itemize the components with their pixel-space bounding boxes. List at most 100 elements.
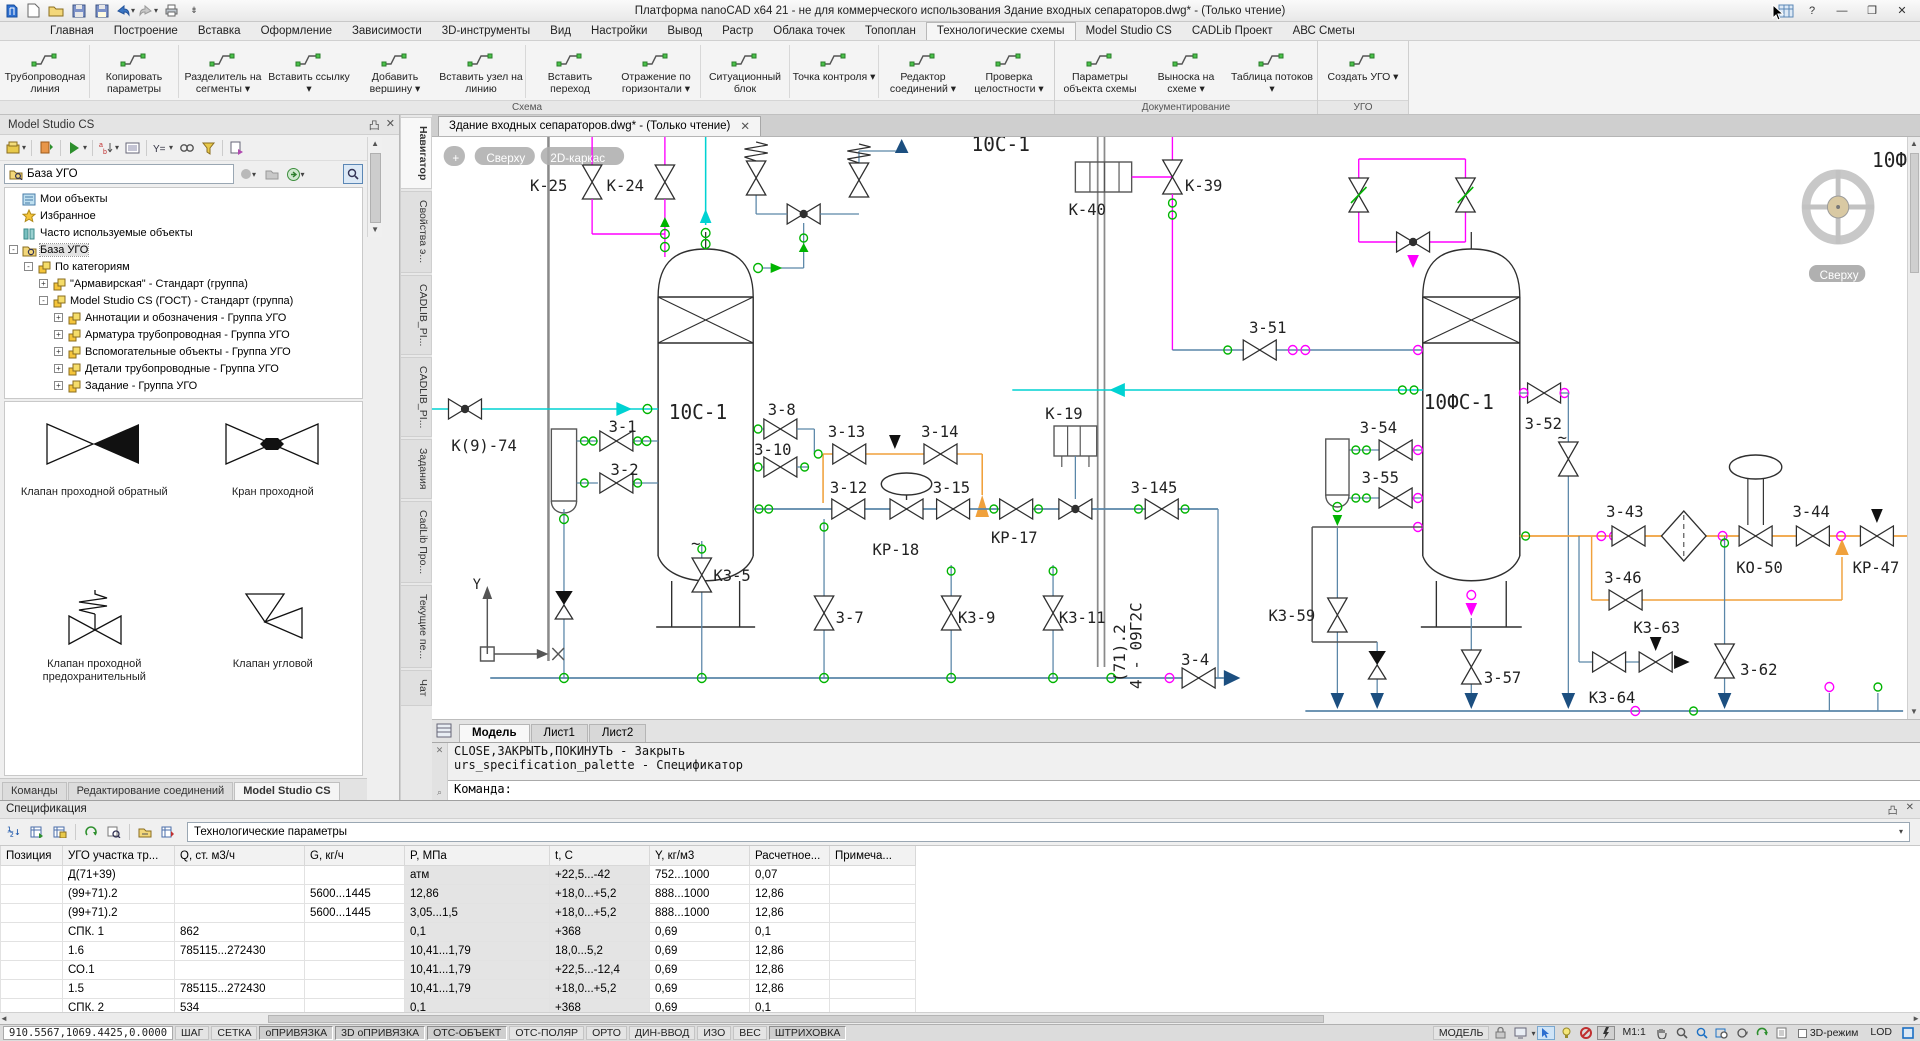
spec-row[interactable]: Д(71+39)атм+22,5...-42752...10000,07 [1, 866, 916, 885]
db-export-icon[interactable]: ▾ [4, 138, 27, 158]
table-search-icon[interactable] [104, 822, 124, 842]
spec-row[interactable]: 1.6785115...27243010,41...1,7918,0...5,2… [1, 942, 916, 961]
status-toggle-ШАГ[interactable]: ШАГ [175, 1026, 209, 1040]
side-tab-Свойства э...[interactable]: Свойства э... [401, 191, 432, 272]
run-icon[interactable]: ▾ [65, 138, 88, 158]
tree-item-По категориям[interactable]: -По категориям [5, 258, 362, 275]
status-toggle-оПРИВЯЗКА[interactable]: оПРИВЯЗКА [259, 1026, 333, 1040]
ribbon-button-Отражение по горизонтали[interactable]: Отражение по горизонтали ▾ [613, 43, 699, 100]
tree-item-Model Studio CS (ГОСТ) - Стандарт (группа)[interactable]: -Model Studio CS (ГОСТ) - Стандарт (груп… [5, 292, 362, 309]
ribbon-button-Трубопроводная линия[interactable]: Трубопроводная линия [2, 43, 88, 100]
ribbon-tab-Настройки[interactable]: Настройки [581, 23, 657, 40]
undo-button[interactable]: ▾ [115, 2, 135, 20]
status-toggle-ДИН-ВВОД[interactable]: ДИН-ВВОД [629, 1026, 695, 1040]
spec-col-Позиция[interactable]: Позиция [1, 846, 63, 866]
side-tab-CADLIB_PI...[interactable]: CADLIB_PI... [401, 275, 432, 355]
find-icon[interactable] [176, 138, 196, 158]
minimize-button[interactable]: — [1828, 2, 1856, 20]
spec-row[interactable]: СО.110,41...1,79+22,5...-12,40,6912,86 [1, 961, 916, 980]
status-toggle-ОТС-ПОЛЯР[interactable]: ОТС-ПОЛЯР [509, 1026, 584, 1040]
tree-item-Задание - Группа УГО[interactable]: +Задание - Группа УГО [5, 377, 362, 394]
zoom-window-icon[interactable] [1713, 1026, 1731, 1040]
status-toggle-ОТС-ОБЪЕКТ[interactable]: ОТС-ОБЪЕКТ [427, 1026, 507, 1040]
tree-expander-icon[interactable]: + [54, 381, 63, 390]
sheet-icon[interactable] [1773, 1026, 1791, 1040]
side-tab-Навигатор[interactable]: Навигатор [401, 117, 432, 189]
print-button[interactable] [161, 2, 181, 20]
symbol-Клапан проходной обратный[interactable]: Клапан проходной обратный [5, 402, 184, 574]
command-input[interactable]: Команда: [448, 780, 1920, 800]
sphere-dropdown-icon[interactable]: ▾ [238, 164, 258, 184]
status-toggle-ВЕС[interactable]: ВЕС [733, 1026, 767, 1040]
spec-col-Расчетное...[interactable]: Расчетное... [750, 846, 830, 866]
bottom-tab-Редактирование соединений[interactable]: Редактирование соединений [68, 782, 234, 800]
sheet-list-icon[interactable] [436, 721, 458, 742]
ribbon-tab-Технологические схемы[interactable]: Технологические схемы [926, 22, 1076, 40]
ribbon-button-Создать УГО[interactable]: Создать УГО ▾ [1320, 43, 1406, 100]
tree-expander-icon[interactable]: + [54, 364, 63, 373]
side-tab-CadLib Про...[interactable]: CadLib Про... [401, 501, 432, 583]
save-button[interactable] [69, 2, 89, 20]
tree-expander-icon[interactable]: + [54, 313, 63, 322]
ribbon-button-Таблица потоков[interactable]: Таблица потоков ▾ [1229, 43, 1315, 100]
ribbon-tab-Model Studio CS[interactable]: Model Studio CS [1076, 23, 1182, 40]
spec-pin-icon[interactable]: 凸 [1888, 802, 1898, 817]
zoom-icon[interactable] [1673, 1026, 1691, 1040]
document-tab[interactable]: Здание входных сепараторов.dwg* - (Тольк… [438, 116, 761, 136]
ribbon-tab-CADLib Проект[interactable]: CADLib Проект [1182, 23, 1283, 40]
side-tab-Текущие пе...[interactable]: Текущие пе... [401, 585, 432, 668]
base-ugo-combo[interactable]: База УГО [4, 164, 234, 184]
lod-state-icon[interactable] [1899, 1026, 1917, 1040]
symbol-Кран проходной[interactable]: Кран проходной [184, 402, 363, 574]
regen-icon[interactable] [1753, 1026, 1771, 1040]
spec-row[interactable]: СПК. 18620,1+3680,690,1 [1, 923, 916, 942]
filter-icon[interactable]: Y=▾ [151, 138, 174, 158]
scroll-down-icon[interactable]: ▼ [371, 223, 379, 237]
spec-row[interactable]: 1.5785115...27243010,41...1,79+18,0...+5… [1, 980, 916, 999]
tree-expander-icon[interactable]: - [24, 262, 33, 271]
canvas-scroll-thumb[interactable] [1910, 153, 1919, 273]
tree-item-Мои объекты[interactable]: Мои объекты [5, 190, 362, 207]
go-next-icon[interactable]: ▾ [286, 164, 306, 184]
quick-access-menu-icon[interactable]: ⇟ [184, 2, 204, 20]
sheet-tab-Лист1[interactable]: Лист1 [531, 724, 588, 742]
palette-scrollbar[interactable]: ▲ ▼ [367, 137, 382, 237]
ribbon-tab-Вывод[interactable]: Вывод [657, 23, 712, 40]
spec-col-G, кг/ч[interactable]: G, кг/ч [305, 846, 405, 866]
ribbon-button-Вставить ссылку[interactable]: Вставить ссылку ▾ [266, 43, 352, 100]
symbol-Клапан угловой[interactable]: Клапан угловой [184, 574, 363, 746]
help-button[interactable]: ? [1798, 2, 1826, 20]
tree-expander-icon[interactable]: - [9, 245, 18, 254]
table-refresh-icon[interactable] [27, 822, 47, 842]
status-toggle-ИЗО[interactable]: ИЗО [697, 1026, 731, 1040]
close-button[interactable]: ✕ [1888, 2, 1916, 20]
command-pin-icon[interactable]: ⌕ [437, 787, 442, 798]
ribbon-button-Копировать параметры[interactable]: Копировать параметры [91, 43, 177, 100]
lod-button[interactable]: LOD [1865, 1026, 1897, 1040]
mode3d-toggle[interactable]: 3D-режим [1793, 1026, 1864, 1040]
ribbon-tab-Вид[interactable]: Вид [540, 23, 581, 40]
tree-expander-icon[interactable]: + [39, 279, 48, 288]
spec-col-t, C[interactable]: t, C [550, 846, 650, 866]
bottom-tab-Команды[interactable]: Команды [2, 782, 67, 800]
funnel-icon[interactable] [198, 138, 218, 158]
lock-icon[interactable] [1491, 1026, 1509, 1040]
spec-col-Примеча...[interactable]: Примеча... [830, 846, 916, 866]
ribbon-button-Точка контроля[interactable]: Точка контроля ▾ [791, 43, 877, 100]
ribbon-tab-Построение[interactable]: Построение [104, 23, 188, 40]
palette-pin-icon[interactable]: 凸 [369, 117, 380, 133]
copy-to-db-icon[interactable] [227, 138, 247, 158]
open-file-button[interactable] [46, 2, 66, 20]
ribbon-button-Редактор соединений[interactable]: Редактор соединений ▾ [880, 43, 966, 100]
sort-icon[interactable]: ½↓ [4, 822, 24, 842]
ribbon-tab-Главная[interactable]: Главная [40, 23, 104, 40]
side-tab-Задания[interactable]: Задания [401, 439, 432, 499]
ribbon-button-Добавить вершину[interactable]: Добавить вершину ▾ [352, 43, 438, 100]
spec-mode-combo[interactable]: Технологические параметры ▾ [187, 822, 1910, 842]
ribbon-button-Выноска на схеме[interactable]: Выноска на схеме ▾ [1143, 43, 1229, 100]
zoom-realtime-icon[interactable] [1693, 1026, 1711, 1040]
orbit-icon[interactable] [1733, 1026, 1751, 1040]
db-sync-icon[interactable] [36, 138, 56, 158]
spec-row[interactable]: (99+71).25600...14453,05...1,5+18,0...+5… [1, 904, 916, 923]
canvas-scroll-up-icon[interactable]: ▲ [1910, 137, 1918, 151]
